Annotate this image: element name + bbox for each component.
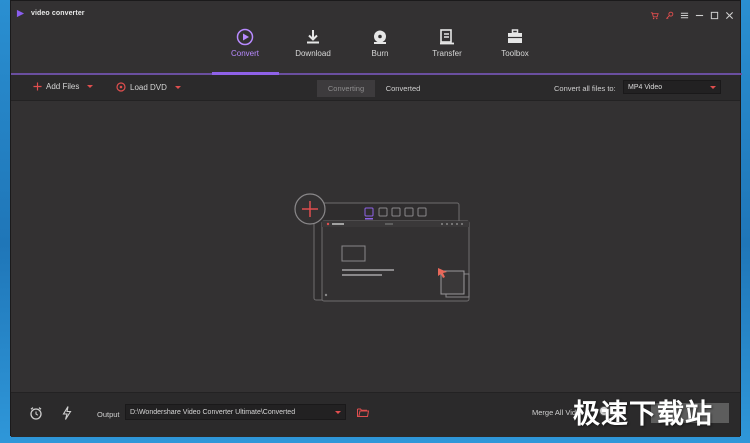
- cart-icon[interactable]: [650, 7, 659, 20]
- folder-icon[interactable]: [357, 407, 369, 417]
- merge-all-label: Merge All Vid: [532, 408, 577, 417]
- download-icon: [307, 30, 319, 44]
- load-dvd-dropdown-icon[interactable]: [174, 85, 181, 89]
- convert-icon: [236, 28, 254, 46]
- toolbox-icon: [508, 29, 522, 43]
- maximize-icon[interactable]: [710, 7, 719, 20]
- watermark-text: 极速下载站: [573, 399, 713, 430]
- load-dvd-button[interactable]: Load DVD: [116, 82, 181, 92]
- tab-transfer-label: Transfer: [432, 49, 462, 58]
- app-logo-icon: [16, 9, 25, 18]
- burn-icon: [374, 30, 386, 44]
- toolbar: Add Files Load DVD Converting Converted …: [11, 75, 740, 101]
- tab-converting[interactable]: Converting: [317, 80, 375, 97]
- output-format-select[interactable]: MP4 Video: [623, 80, 721, 94]
- tab-toolbox-label: Toolbox: [501, 49, 529, 58]
- add-files-button[interactable]: Add Files: [33, 82, 94, 91]
- output-format-value: MP4 Video: [628, 84, 663, 91]
- load-dvd-label: Load DVD: [130, 82, 167, 92]
- add-files-label: Add Files: [46, 82, 80, 91]
- tab-download-label: Download: [295, 49, 331, 58]
- output-label: Output: [97, 410, 120, 419]
- tab-converted[interactable]: Converted: [375, 80, 431, 97]
- converting-converted-switch: Converting Converted: [317, 80, 431, 97]
- transfer-icon: [440, 29, 454, 45]
- tab-convert[interactable]: Convert: [211, 25, 279, 73]
- key-icon[interactable]: [665, 7, 674, 19]
- empty-state-illustration[interactable]: [281, 191, 481, 311]
- output-path-select[interactable]: D:\Wondershare Video Converter Ultimate\…: [125, 404, 346, 420]
- convert-all-label: Convert all files to:: [554, 84, 616, 93]
- tab-burn[interactable]: Burn: [347, 25, 413, 73]
- title-bar: video converter: [11, 1, 740, 25]
- alarm-clock-icon[interactable]: [28, 405, 44, 421]
- main-nav: Convert Download Burn Transfer Toolbox: [211, 25, 549, 73]
- dvd-icon: [116, 82, 126, 92]
- menu-icon[interactable]: [680, 7, 689, 19]
- output-path-value: D:\Wondershare Video Converter Ultimate\…: [130, 409, 296, 416]
- minimize-icon[interactable]: [695, 7, 704, 17]
- tab-download[interactable]: Download: [279, 25, 347, 73]
- close-icon[interactable]: [725, 7, 734, 20]
- chevron-down-icon: [335, 411, 341, 414]
- plus-icon: [33, 82, 42, 91]
- app-title: video converter: [31, 10, 85, 17]
- add-files-dropdown-icon[interactable]: [87, 85, 94, 88]
- tab-transfer[interactable]: Transfer: [413, 25, 481, 73]
- app-window: video converter Convert Download Burn Tr…: [10, 0, 742, 437]
- lightning-icon[interactable]: [59, 405, 75, 421]
- tab-burn-label: Burn: [371, 49, 389, 58]
- tab-convert-label: Convert: [230, 49, 259, 58]
- chevron-down-icon: [710, 86, 716, 89]
- tab-toolbox[interactable]: Toolbox: [481, 25, 549, 73]
